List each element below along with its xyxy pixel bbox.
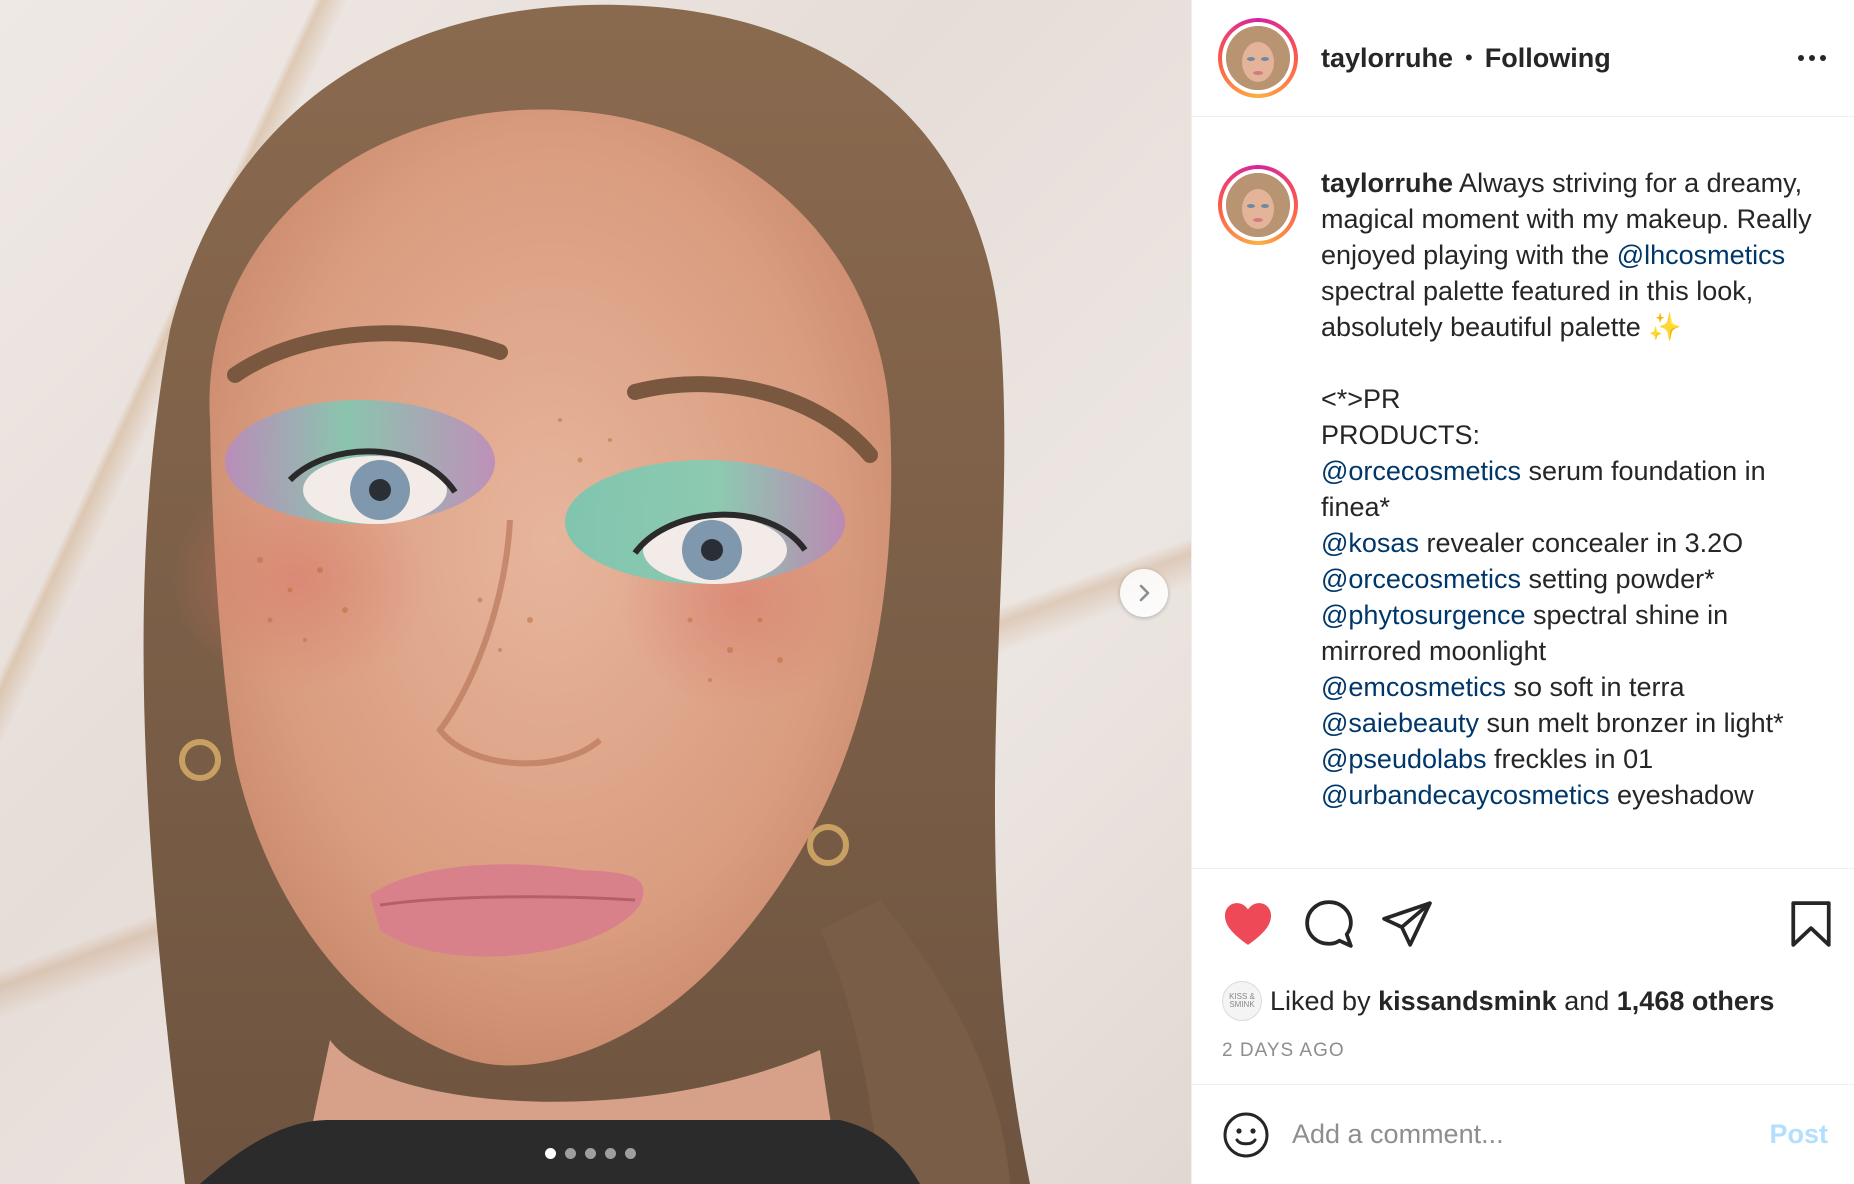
caption-mention[interactable]: @lhcosmetics: [1617, 240, 1785, 270]
carousel-dot: [585, 1148, 596, 1159]
caption-mention[interactable]: @orcecosmetics: [1321, 456, 1521, 486]
carousel-dot: [545, 1148, 556, 1159]
next-image-button[interactable]: [1120, 569, 1168, 617]
caption-text: sun melt bronzer in light*: [1486, 708, 1784, 738]
avatar-image: [1226, 173, 1290, 237]
carousel-dot: [605, 1148, 616, 1159]
caption-avatar[interactable]: [1218, 165, 1298, 245]
portrait-image: [143, 4, 1030, 1184]
action-icons-row: [1222, 895, 1832, 953]
caption-mention[interactable]: @emcosmetics: [1321, 672, 1506, 702]
caption-text: spectral palette featured in this look, …: [1321, 276, 1754, 450]
likes-summary: KISS & SMINK Liked by kissandsmink and 1…: [1222, 981, 1774, 1021]
avatar-image: [1226, 26, 1290, 90]
post-header: taylorruhe • Following: [1192, 0, 1854, 117]
more-options-icon[interactable]: [1798, 55, 1826, 61]
following-button[interactable]: Following: [1485, 43, 1611, 74]
likes-conjunction: and: [1564, 985, 1610, 1016]
comment-bar: Post: [1192, 1084, 1854, 1184]
post-comment-button[interactable]: Post: [1769, 1119, 1828, 1150]
caption-username[interactable]: taylorruhe: [1321, 168, 1453, 198]
caption-text: eyeshadow: [1609, 780, 1754, 810]
carousel-dot: [625, 1148, 636, 1159]
likes-prefix: Liked by: [1270, 985, 1371, 1016]
heart-filled-icon[interactable]: [1222, 901, 1274, 947]
comment-input[interactable]: [1292, 1119, 1770, 1150]
caption-text: setting powder*: [1528, 564, 1715, 594]
post-caption: taylorruhe Always striving for a dreamy,…: [1321, 165, 1821, 868]
actions-section: KISS & SMINK Liked by kissandsmink and 1…: [1192, 868, 1854, 1084]
likes-count[interactable]: 1,468 others: [1617, 986, 1775, 1017]
liker-avatar[interactable]: KISS & SMINK: [1222, 981, 1262, 1021]
share-icon[interactable]: [1382, 901, 1432, 947]
bookmark-icon[interactable]: [1790, 900, 1832, 948]
caption-text: freckles in 01: [1494, 744, 1654, 774]
post-timestamp[interactable]: 2 DAYS AGO: [1222, 1040, 1345, 1062]
caption-text: so soft in terra: [1513, 672, 1685, 702]
caption-section: taylorruhe Always striving for a dreamy,…: [1192, 117, 1854, 868]
header-username[interactable]: taylorruhe: [1321, 43, 1453, 74]
caption-mention[interactable]: @phytosurgence: [1321, 600, 1526, 630]
carousel-indicator: [545, 1148, 636, 1159]
caption-mention[interactable]: @urbandecaycosmetics: [1321, 780, 1610, 810]
avatar[interactable]: [1218, 18, 1298, 98]
caption-mention[interactable]: @saiebeauty: [1321, 708, 1479, 738]
liker-username[interactable]: kissandsmink: [1378, 986, 1557, 1017]
instagram-post: taylorruhe • Following taylorruhe Always…: [0, 0, 1854, 1184]
post-side-panel: taylorruhe • Following taylorruhe Always…: [1191, 0, 1854, 1184]
caption-mention[interactable]: @kosas: [1321, 528, 1419, 558]
caption-text: revealer concealer in 3.2O: [1426, 528, 1744, 558]
comment-icon[interactable]: [1304, 899, 1354, 949]
chevron-right-icon: [1139, 584, 1150, 602]
header-separator: •: [1465, 45, 1473, 70]
post-photo[interactable]: [0, 0, 1191, 1184]
caption-mention[interactable]: @pseudolabs: [1321, 744, 1487, 774]
caption-mention[interactable]: @orcecosmetics: [1321, 564, 1521, 594]
emoji-smile-icon[interactable]: [1222, 1111, 1270, 1159]
carousel-dot: [565, 1148, 576, 1159]
